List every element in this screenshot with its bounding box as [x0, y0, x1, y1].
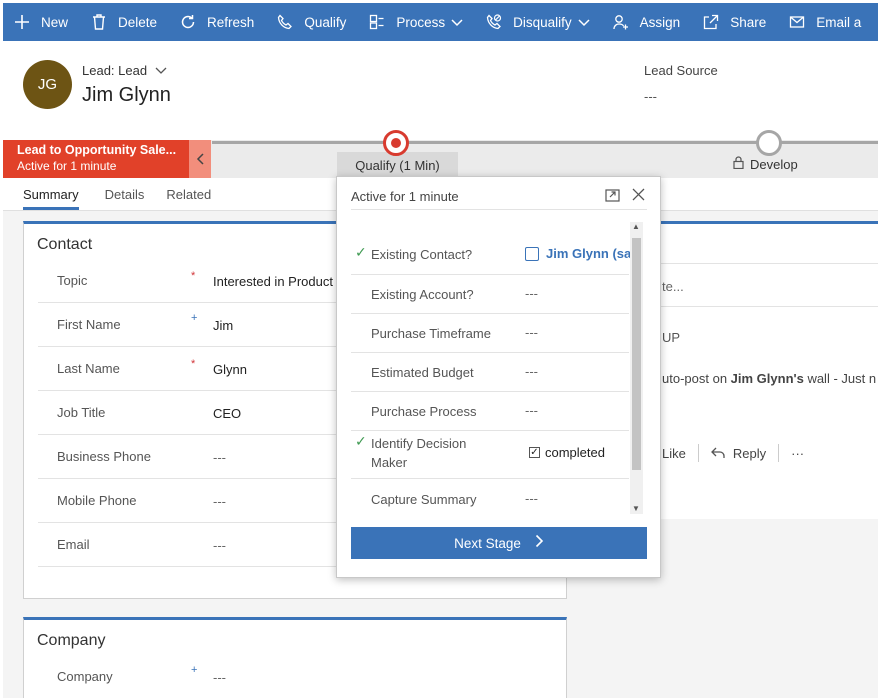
email-link-button[interactable]: Email a: [778, 3, 873, 41]
step-estimated-budget[interactable]: Estimated Budget ---: [351, 353, 629, 392]
note-input[interactable]: te...: [662, 279, 684, 294]
completed-checkbox[interactable]: ✓ completed: [529, 445, 605, 460]
required-marker: *: [191, 358, 196, 370]
avatar: JG: [23, 60, 72, 109]
reply-icon: [710, 447, 725, 458]
flyout-title: Active for 1 minute: [351, 189, 459, 204]
step-capture-summary[interactable]: Capture Summary ---: [351, 479, 629, 517]
process-name: Lead to Opportunity Sale...: [17, 143, 177, 157]
step-purchase-process[interactable]: Purchase Process ---: [351, 392, 629, 431]
share-icon: [702, 13, 720, 31]
reply-button[interactable]: Reply: [710, 446, 766, 461]
field-company[interactable]: Company + ---: [38, 655, 558, 698]
timeline-group-label: UP: [662, 330, 681, 345]
check-icon: ✓: [355, 244, 367, 260]
disqualify-icon: [485, 13, 503, 31]
delete-button[interactable]: Delete: [80, 3, 169, 41]
process-active-flag[interactable]: Lead to Opportunity Sale... Active for 1…: [3, 140, 189, 178]
more-button[interactable]: ···: [791, 446, 804, 461]
tab-summary[interactable]: Summary: [23, 180, 79, 210]
new-button[interactable]: New: [3, 3, 80, 41]
disqualify-button[interactable]: Disqualify: [475, 3, 602, 41]
step-purchase-timeframe[interactable]: Purchase Timeframe ---: [351, 314, 629, 353]
stage-develop-indicator[interactable]: [756, 130, 782, 156]
required-marker: *: [191, 270, 196, 282]
lock-icon: [733, 156, 744, 172]
lead-source-label: Lead Source: [644, 63, 718, 78]
company-section: Company Company + ---: [23, 617, 567, 698]
chevron-down-icon: [578, 15, 590, 30]
plus-icon: [13, 13, 31, 31]
process-button[interactable]: Process: [358, 3, 475, 41]
assign-button[interactable]: Assign: [602, 3, 693, 41]
divider: [778, 444, 780, 462]
close-icon: [632, 188, 645, 201]
tab-related[interactable]: Related: [166, 180, 211, 210]
next-stage-button[interactable]: Next Stage: [351, 527, 647, 559]
process-collapse-button[interactable]: [189, 140, 211, 178]
chevron-down-icon: [155, 63, 167, 78]
post-author-link[interactable]: Jim Glynn's: [731, 371, 804, 386]
process-icon: [368, 13, 386, 31]
check-icon: ✓: [355, 433, 367, 449]
qualify-button[interactable]: Qualify: [266, 3, 358, 41]
phone-icon: [276, 13, 294, 31]
timeline-post[interactable]: uto-post on Jim Glynn's wall - Just n: [662, 371, 876, 386]
checkbox-checked-icon: ✓: [529, 447, 540, 458]
email-icon: [788, 13, 806, 31]
chevron-right-icon: [535, 534, 544, 553]
stage-develop[interactable]: Develop: [733, 156, 798, 172]
contact-icon: [525, 246, 539, 261]
step-existing-account[interactable]: Existing Account? ---: [351, 275, 629, 314]
scroll-up-icon[interactable]: ▲: [632, 222, 640, 231]
flyout-scrollbar[interactable]: ▲ ▼: [630, 222, 643, 514]
tab-details[interactable]: Details: [105, 180, 145, 210]
recommended-marker: +: [191, 664, 198, 676]
step-identify-decision-maker[interactable]: ✓ Identify Decision Maker ✓ completed: [351, 431, 629, 479]
process-duration: Active for 1 minute: [17, 159, 117, 173]
section-title: Contact: [37, 236, 93, 253]
divider: [351, 209, 647, 210]
scroll-thumb[interactable]: [632, 238, 641, 470]
share-button[interactable]: Share: [692, 3, 778, 41]
section-title: Company: [37, 632, 106, 649]
refresh-button[interactable]: Refresh: [169, 3, 266, 41]
stage-qualify-indicator[interactable]: [383, 130, 409, 156]
refresh-icon: [179, 13, 197, 31]
contact-lookup-link[interactable]: Jim Glynn (sam: [525, 246, 643, 261]
step-existing-contact[interactable]: ✓ Existing Contact? Jim Glynn (sam: [351, 235, 643, 275]
chevron-down-icon: [451, 15, 463, 30]
trash-icon: [90, 13, 108, 31]
stage-develop-label: Develop: [750, 156, 798, 172]
form-tabs: Summary Details Related: [3, 180, 211, 210]
stage-flyout: Active for 1 minute ✓ Existing Contact? …: [336, 176, 661, 578]
assign-icon: [612, 13, 630, 31]
divider: [697, 444, 699, 462]
expand-icon: [605, 189, 620, 202]
page-title: Jim Glynn: [82, 84, 171, 106]
post-actions: Like Reply ···: [650, 444, 804, 462]
recommended-marker: +: [191, 312, 198, 324]
dock-button[interactable]: [605, 189, 620, 205]
entity-selector[interactable]: Lead: Lead: [82, 63, 167, 78]
entity-label: Lead: Lead: [82, 63, 148, 78]
lead-source-value[interactable]: ---: [644, 89, 657, 104]
chevron-left-icon: [196, 153, 204, 165]
stage-qualify-label: Qualify (1 Min): [355, 157, 440, 173]
command-bar: New Delete Refresh Qualify Process Disqu…: [3, 3, 878, 41]
close-button[interactable]: [632, 185, 645, 206]
scroll-down-icon[interactable]: ▼: [632, 504, 640, 513]
